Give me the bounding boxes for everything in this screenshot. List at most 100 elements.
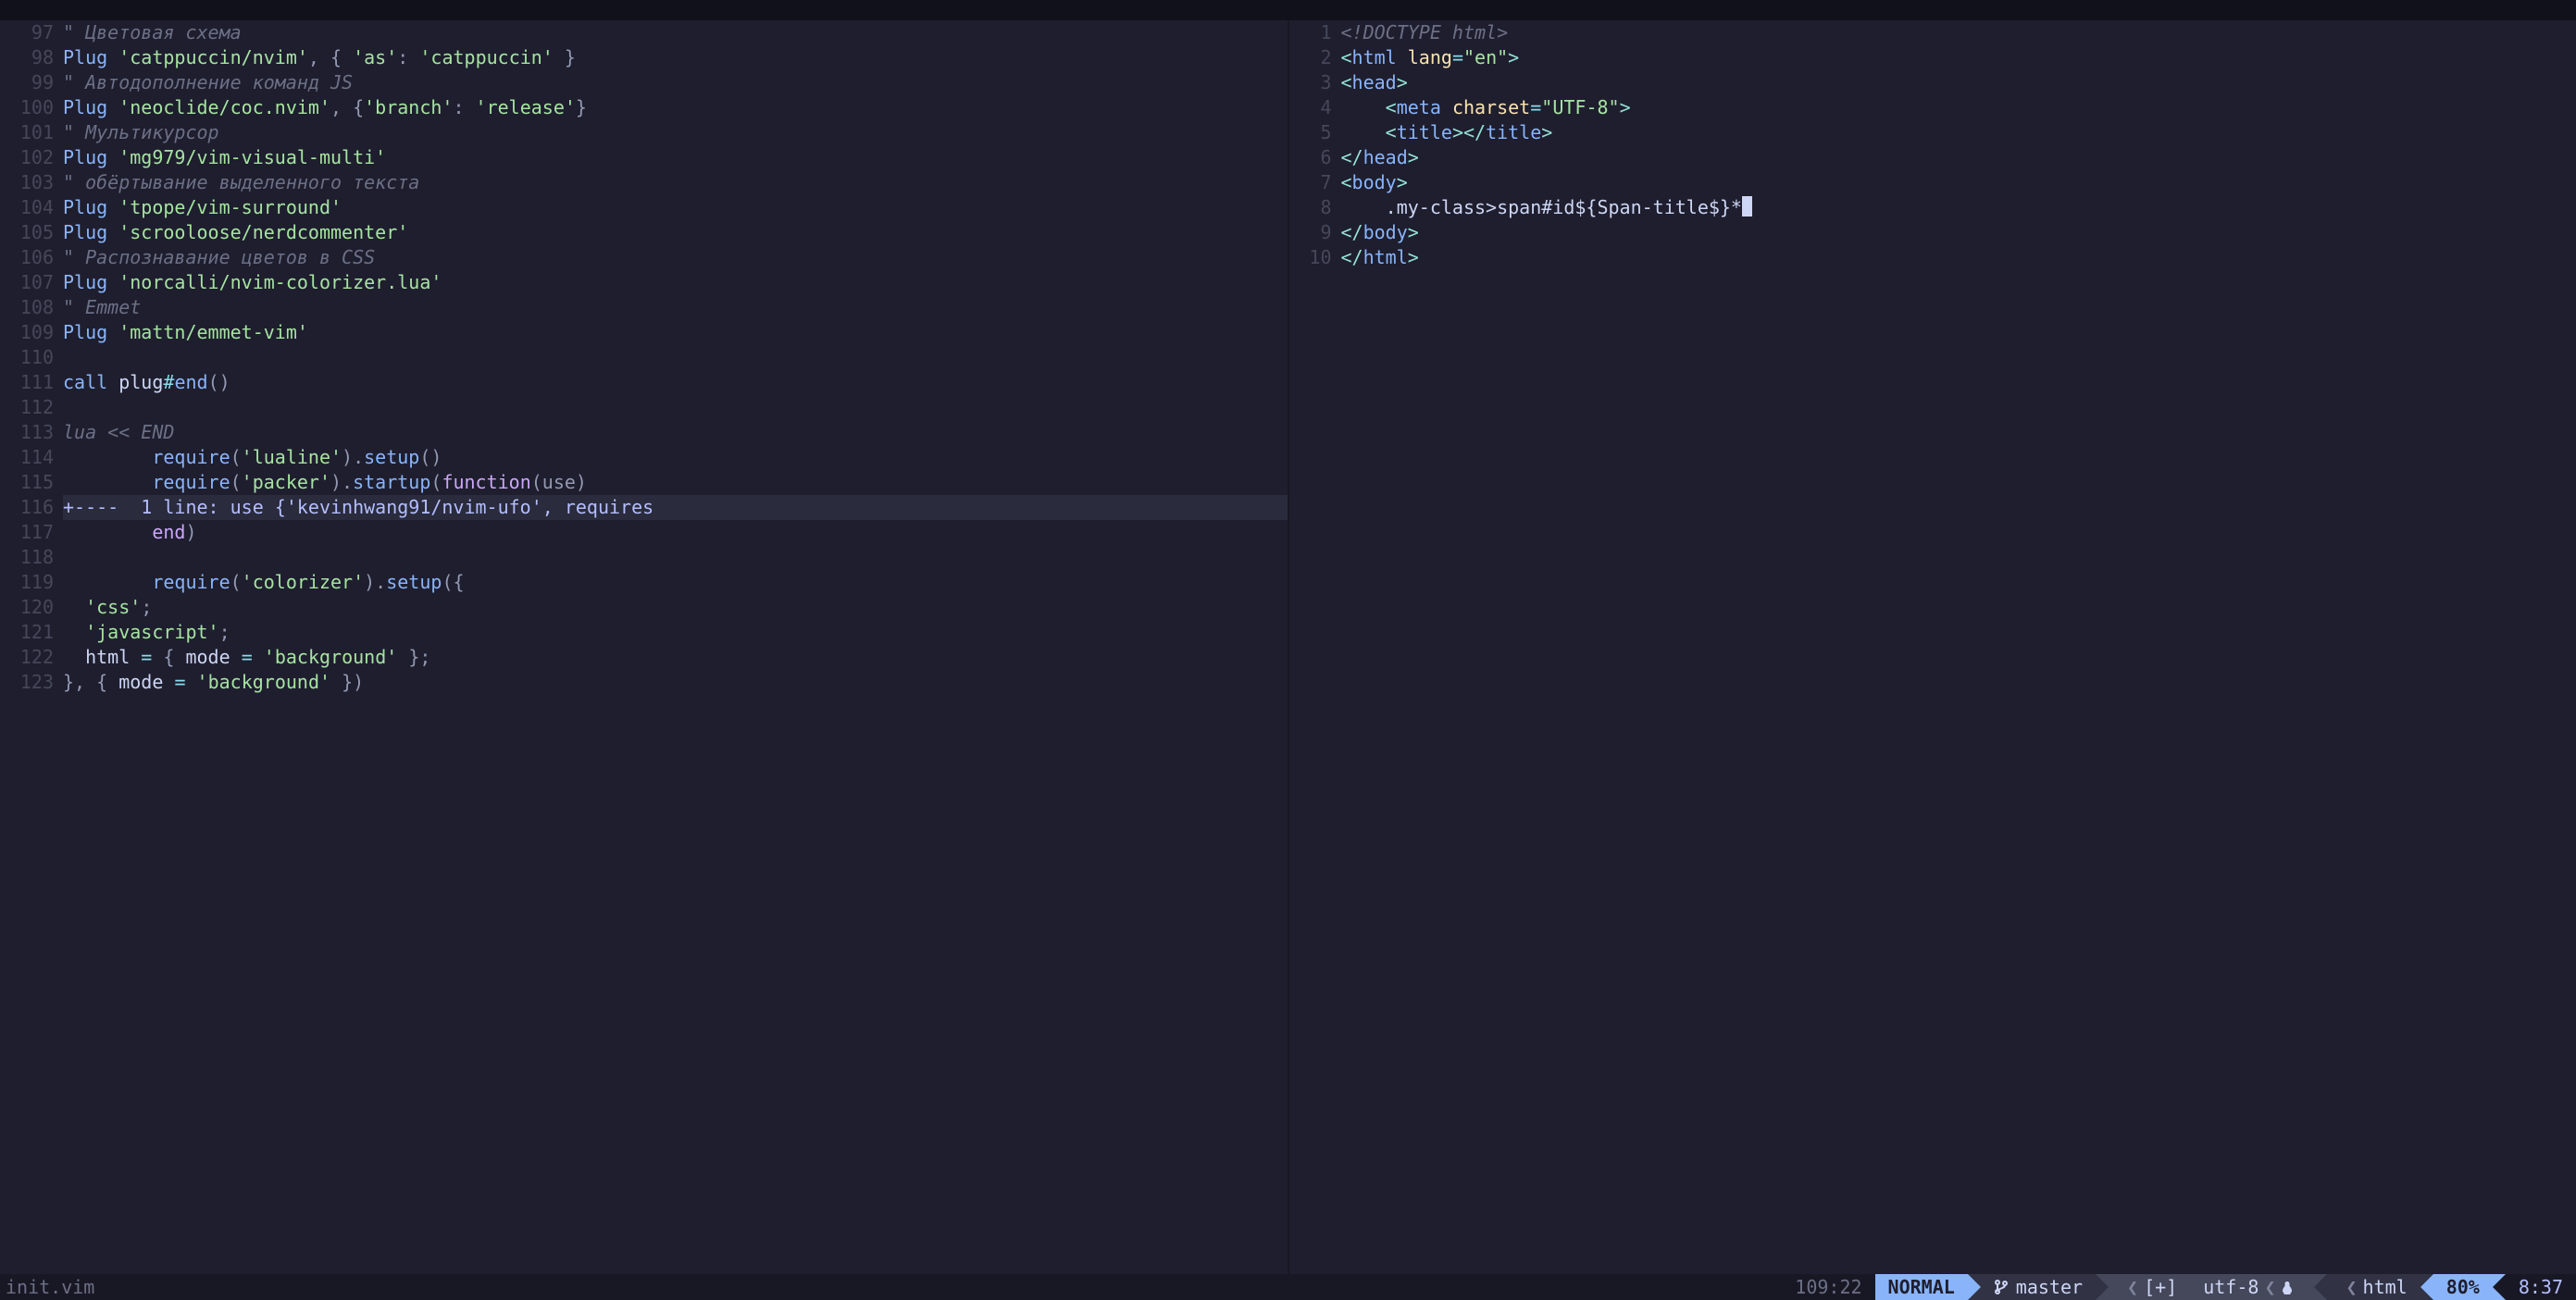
- code-token: lang: [1408, 46, 1452, 68]
- code-line[interactable]: 'css';: [63, 595, 1288, 620]
- code-token: ): [185, 521, 196, 543]
- line-number: 123: [0, 670, 54, 695]
- code-line[interactable]: <html lang="en">: [1341, 45, 2576, 70]
- code-token: mode: [118, 671, 174, 693]
- code-token: >: [1397, 171, 1408, 193]
- code-line[interactable]: call plug#end(): [63, 370, 1288, 395]
- code-token: setup: [386, 571, 442, 593]
- code-line[interactable]: +---- 1 line: use {'kevinhwang91/nvim-uf…: [63, 495, 1288, 520]
- code-token: require: [152, 471, 230, 493]
- code-token: [107, 196, 118, 218]
- code-token: [63, 571, 152, 593]
- code-token: }, {: [63, 671, 118, 693]
- code-token: =: [1452, 46, 1463, 68]
- code-line[interactable]: " Цветовая схема: [63, 20, 1288, 45]
- code-area[interactable]: <!DOCTYPE html><html lang="en"><head> <m…: [1341, 20, 2576, 1274]
- code-token: head: [1352, 71, 1397, 93]
- code-line[interactable]: <head>: [1341, 70, 2576, 95]
- code-line[interactable]: </head>: [1341, 145, 2576, 170]
- code-token: [63, 596, 85, 618]
- code-line[interactable]: Plug 'scrooloose/nerdcommenter': [63, 220, 1288, 245]
- editor-splits: 9798991001011021031041051061071081091101…: [0, 20, 2576, 1274]
- code-line[interactable]: Plug 'mg979/vim-visual-multi': [63, 145, 1288, 170]
- code-line[interactable]: lua << END: [63, 420, 1288, 445]
- code-token: }): [330, 671, 364, 693]
- code-token: [63, 471, 152, 493]
- code-token: ).: [330, 471, 353, 493]
- code-token: 'lualine': [242, 446, 342, 468]
- code-token: charset: [1452, 96, 1530, 118]
- code-line[interactable]: " обёртывание выделенного текста: [63, 170, 1288, 195]
- code-area[interactable]: " Цветовая схемаPlug 'catppuccin/nvim', …: [63, 20, 1288, 1274]
- code-line[interactable]: Plug 'neoclide/coc.nvim', {'branch': 're…: [63, 95, 1288, 120]
- code-line[interactable]: html = { mode = 'background' };: [63, 645, 1288, 670]
- code-line[interactable]: [63, 345, 1288, 370]
- code-token: ).: [342, 446, 364, 468]
- code-token: [107, 46, 118, 68]
- code-token: , {: [330, 96, 364, 118]
- code-token: (): [419, 446, 442, 468]
- code-line[interactable]: " Emmet: [63, 295, 1288, 320]
- code-token: " Распознавание цветов в CSS: [63, 246, 375, 268]
- code-line[interactable]: </html>: [1341, 245, 2576, 270]
- code-line[interactable]: }, { mode = 'background' }): [63, 670, 1288, 695]
- code-token: 'neoclide/coc.nvim': [118, 96, 330, 118]
- text-cursor: [1742, 196, 1752, 217]
- code-line[interactable]: Plug 'catppuccin/nvim', { 'as': 'catppuc…: [63, 45, 1288, 70]
- code-token: Plug: [63, 221, 107, 243]
- code-line[interactable]: " Автодополнение команд JS: [63, 70, 1288, 95]
- code-line[interactable]: </body>: [1341, 220, 2576, 245]
- code-token: {: [152, 646, 185, 668]
- code-line[interactable]: <body>: [1341, 170, 2576, 195]
- line-number: 112: [0, 395, 54, 420]
- code-line[interactable]: require('lualine').setup(): [63, 445, 1288, 470]
- code-token: [63, 521, 152, 543]
- line-number: 114: [0, 445, 54, 470]
- code-line[interactable]: [63, 545, 1288, 570]
- line-number: 3: [1289, 70, 1332, 95]
- code-line[interactable]: <title></title>: [1341, 120, 2576, 145]
- code-token: Plug: [63, 196, 107, 218]
- code-line[interactable]: " Распознавание цветов в CSS: [63, 245, 1288, 270]
- code-token: ({: [442, 571, 464, 593]
- code-token: >: [1508, 46, 1519, 68]
- line-number: 105: [0, 220, 54, 245]
- code-line[interactable]: [63, 395, 1288, 420]
- code-line[interactable]: <!DOCTYPE html>: [1341, 20, 2576, 45]
- line-number: 10: [1289, 245, 1332, 270]
- code-token: =: [242, 646, 253, 668]
- code-line[interactable]: Plug 'tpope/vim-surround': [63, 195, 1288, 220]
- code-token: 'norcalli/nvim-colorizer.lua': [118, 271, 442, 293]
- code-token: >: [1408, 221, 1419, 243]
- separator-icon: [2096, 1274, 2109, 1300]
- line-number: 116: [0, 495, 54, 520]
- code-token: :: [397, 46, 419, 68]
- line-number: 4: [1289, 95, 1332, 120]
- code-line[interactable]: require('packer').startup(function(use): [63, 470, 1288, 495]
- code-line[interactable]: Plug 'mattn/emmet-vim': [63, 320, 1288, 345]
- code-token: " Emmet: [63, 296, 141, 318]
- left-editor-pane[interactable]: 9798991001011021031041051061071081091101…: [0, 20, 1288, 1274]
- code-token: <: [1341, 46, 1352, 68]
- line-number: 108: [0, 295, 54, 320]
- line-number: 8: [1289, 195, 1332, 220]
- code-line[interactable]: .my-class>span#id${Span-title$}*: [1341, 195, 2576, 220]
- line-number: 5: [1289, 120, 1332, 145]
- code-token: " Цветовая схема: [63, 21, 242, 43]
- code-token: Plug: [63, 321, 107, 343]
- right-editor-pane[interactable]: 12345678910<!DOCTYPE html><html lang="en…: [1289, 20, 2576, 1274]
- code-line[interactable]: <meta charset="UTF-8">: [1341, 95, 2576, 120]
- code-token: require: [152, 571, 230, 593]
- code-token: <!DOCTYPE html>: [1341, 21, 1509, 43]
- code-token: (: [430, 471, 442, 493]
- line-number: 99: [0, 70, 54, 95]
- code-line[interactable]: end): [63, 520, 1288, 545]
- code-token: end: [174, 371, 207, 393]
- code-line[interactable]: Plug 'norcalli/nvim-colorizer.lua': [63, 270, 1288, 295]
- code-line[interactable]: require('colorizer').setup({: [63, 570, 1288, 595]
- window-titlebar: [0, 0, 2576, 20]
- code-line[interactable]: 'javascript';: [63, 620, 1288, 645]
- code-line[interactable]: " Мультикурсор: [63, 120, 1288, 145]
- code-token: setup: [364, 446, 419, 468]
- separator-icon: [1968, 1274, 1981, 1300]
